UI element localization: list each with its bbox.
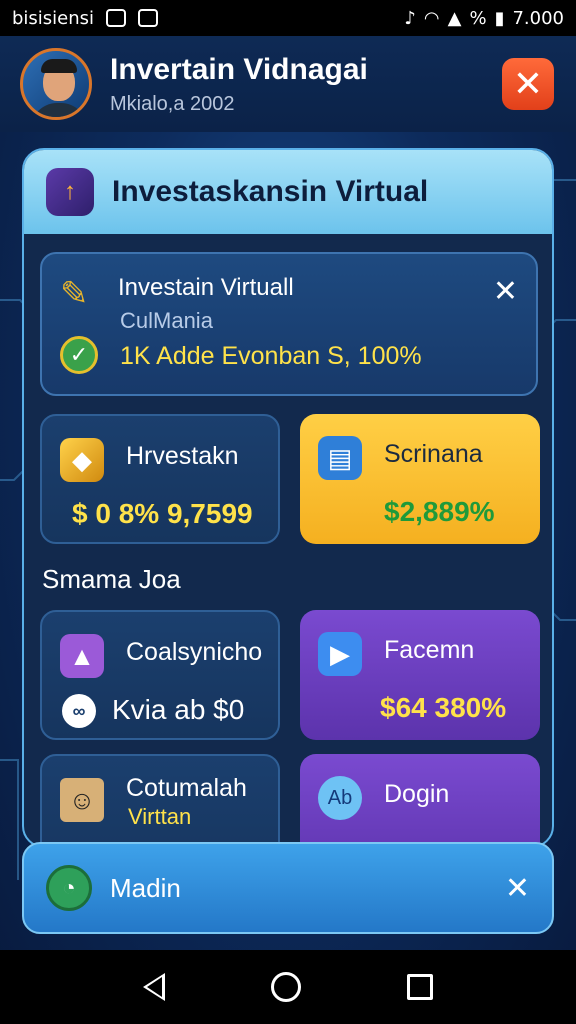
- tile-label: Dogin: [384, 780, 450, 808]
- laptop-gold-icon: ◆: [60, 438, 104, 482]
- tile-scrinana[interactable]: ▤ Scrinana $2,889%: [300, 414, 540, 544]
- app-header: Invertain Vidnagai Mkialo,a 2002: [0, 36, 576, 132]
- chart-icon: ▲: [60, 634, 104, 678]
- photo-icon: [138, 9, 159, 27]
- back-icon[interactable]: [143, 973, 165, 1001]
- wrench-icon: ✎: [60, 275, 89, 313]
- panel-title: Investaskansin Virtual: [112, 175, 429, 208]
- gallery-icon: [106, 9, 127, 27]
- document-icon: ▤: [318, 436, 362, 480]
- tile-sublabel: Virttan: [128, 804, 192, 829]
- home-icon[interactable]: [271, 972, 301, 1002]
- signal-icon: ▲: [447, 7, 462, 29]
- tile-label: Facemn: [384, 636, 475, 664]
- section-title: Smama Joa: [42, 564, 181, 594]
- tile-cotumalah[interactable]: ☺ Cotumalah Virttan: [40, 754, 280, 846]
- bottom-bar-label: Madin: [110, 872, 181, 903]
- app-subtitle: Mkialo,a 2002: [110, 92, 235, 115]
- app-title: Invertain Vidnagai: [110, 52, 368, 86]
- profile-icon: ☺: [60, 778, 104, 822]
- tile-label: Coalsynicho: [126, 638, 263, 666]
- tile-dogin[interactable]: Ab Dogin: [300, 754, 540, 846]
- tile-label: Hrvestakn: [126, 442, 239, 470]
- play-icon: ▶: [318, 632, 362, 676]
- main-panel: ↑ Investaskansin Virtual ✎ ✓ Investain V…: [22, 148, 554, 848]
- chat-icon: ◔: [46, 865, 92, 911]
- tile-value: $ 0 8% 9,7599: [72, 498, 253, 529]
- tile-label: Scrinana: [384, 440, 483, 468]
- avatar[interactable]: [20, 48, 92, 120]
- check-icon: ✓: [60, 336, 98, 374]
- notification-title: Investain Virtuall: [118, 274, 294, 301]
- tile-value: $64 380%: [380, 692, 507, 723]
- bottom-notification-bar[interactable]: ◔ Madin ✕: [22, 842, 554, 934]
- vibrate-icon: ♪: [404, 7, 416, 29]
- status-bar: bisisiensi ♪ ◠ ▲ % ▮ 7.000: [0, 0, 576, 36]
- panel-header: ↑ Investaskansin Virtual: [24, 150, 552, 234]
- battery-icon: ▮: [494, 7, 505, 29]
- close-icon: ✕: [512, 63, 544, 105]
- carrier-label: bisisiensi: [12, 7, 95, 29]
- close-button[interactable]: ✕: [502, 58, 554, 110]
- battery-percent: %: [469, 7, 487, 29]
- recent-apps-icon[interactable]: [407, 974, 433, 1000]
- investment-icon: ↑: [46, 168, 94, 216]
- tile-facemn[interactable]: ▶ Facemn $64 380%: [300, 610, 540, 740]
- tile-hrvestakn[interactable]: ◆ Hrvestakn $ 0 8% 9,7599: [40, 414, 280, 544]
- tile-label: Cotumalah: [126, 774, 247, 802]
- tile-value: Kvia ab $0: [112, 694, 245, 725]
- notification-close-icon[interactable]: ✕: [493, 274, 518, 309]
- bottom-bar-close-icon[interactable]: ✕: [505, 871, 530, 906]
- link-icon: ∞: [62, 694, 96, 728]
- wifi-icon: ◠: [423, 7, 440, 29]
- notification-subtitle: CulMania: [120, 308, 213, 333]
- tile-value: $2,889%: [384, 496, 495, 527]
- notification-detail: 1K Adde Evonban S, 100%: [120, 342, 422, 370]
- status-time: 7.000: [512, 7, 564, 29]
- notification-card[interactable]: ✎ ✓ Investain Virtuall CulMania 1K Adde …: [40, 252, 538, 396]
- tile-coalsynicho[interactable]: ▲ Coalsynicho ∞ Kvia ab $0: [40, 610, 280, 740]
- ab-icon: Ab: [318, 776, 362, 820]
- system-navigation-bar: [0, 950, 576, 1024]
